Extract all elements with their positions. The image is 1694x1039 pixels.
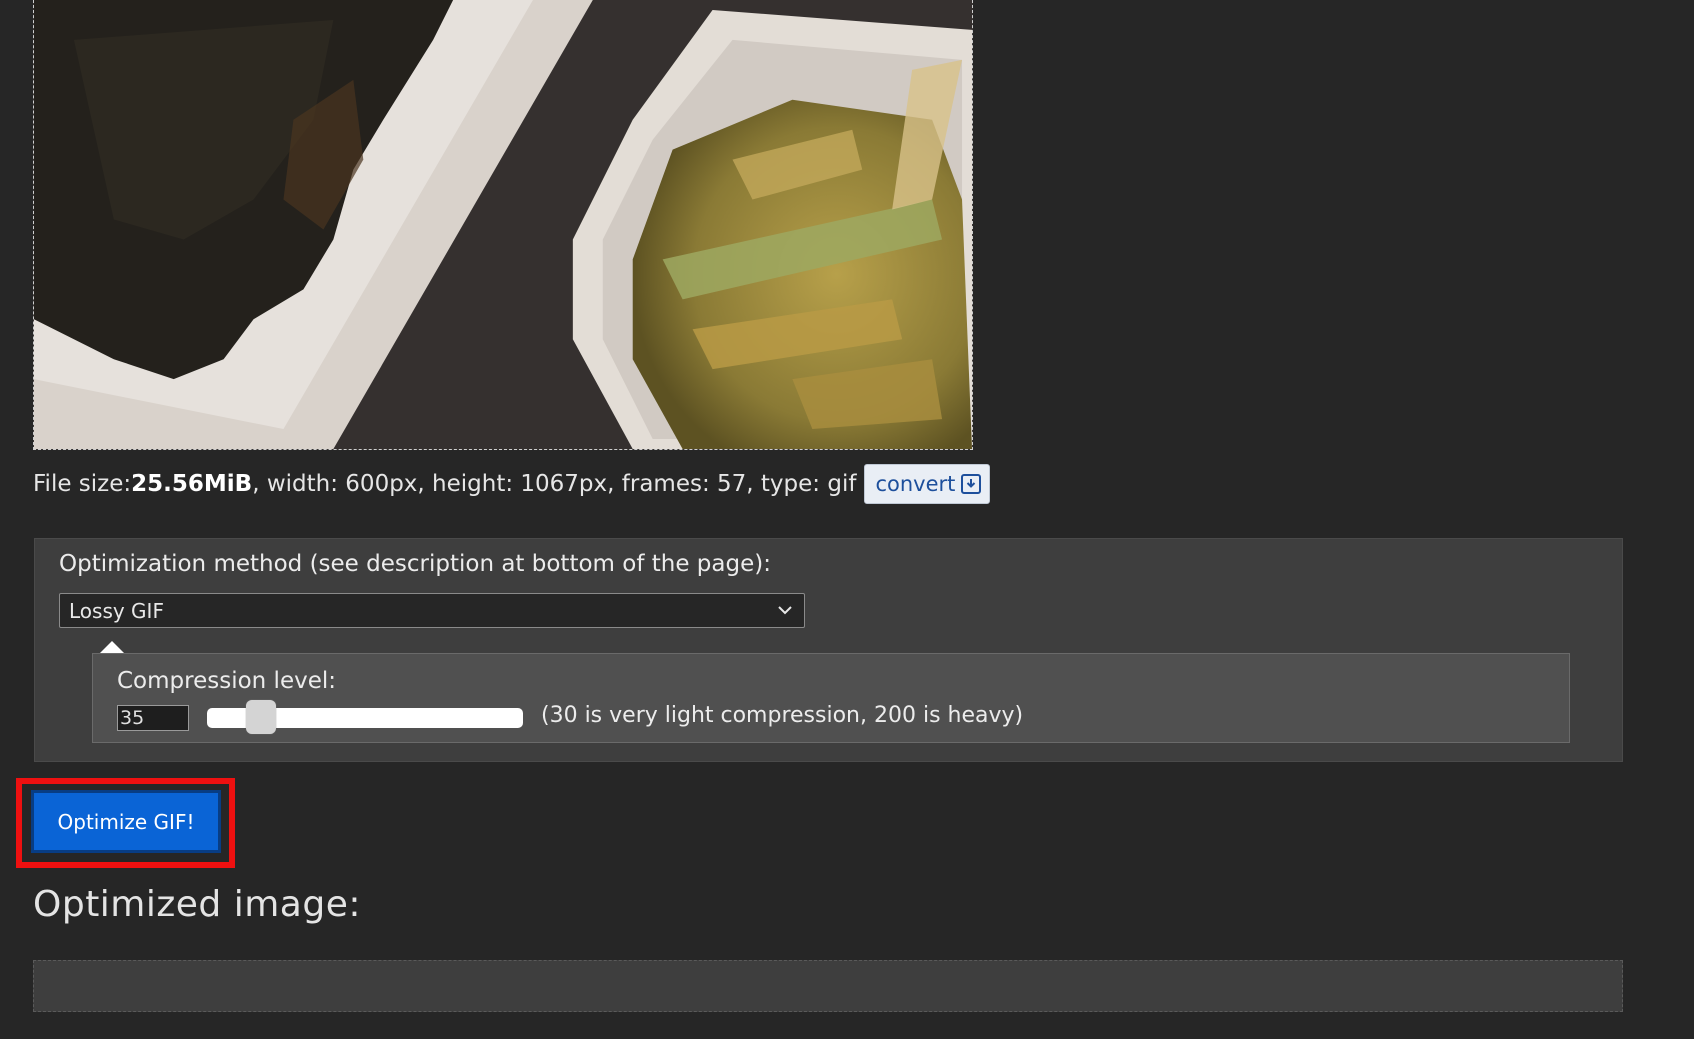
file-info-details: , width: 600px, height: 1067px, frames: … [252,471,857,497]
optimization-method-value: Lossy GIF [69,598,164,623]
optimized-image-title: Optimized image: [33,884,361,925]
slider-thumb[interactable] [245,700,276,734]
chevron-down-icon [778,606,792,615]
optimize-gif-button[interactable]: Optimize GIF! [31,790,221,853]
optimization-options-panel: Optimization method (see description at … [34,538,1623,762]
compression-settings: Compression level: 35 (30 is very light … [92,653,1570,743]
optimization-method-label: Optimization method (see description at … [59,551,771,577]
compression-level-label: Compression level: [117,668,336,694]
download-icon [961,474,982,494]
optimization-method-select[interactable]: Lossy GIF [59,593,805,628]
convert-button[interactable]: convert [864,464,991,504]
file-info-prefix: File size: [33,471,132,497]
food-photo [34,0,972,449]
source-image-preview [33,0,973,450]
file-info: File size: 25.56MiB , width: 600px, heig… [33,464,991,504]
file-size-value: 25.56MiB [131,471,253,497]
page: File size: 25.56MiB , width: 600px, heig… [0,0,1694,1039]
optimized-image-area [33,960,1623,1012]
compression-level-slider[interactable] [207,700,523,734]
convert-label: convert [875,472,956,496]
compression-level-input[interactable]: 35 [117,705,189,731]
compression-level-hint: (30 is very light compression, 200 is he… [541,703,1024,728]
